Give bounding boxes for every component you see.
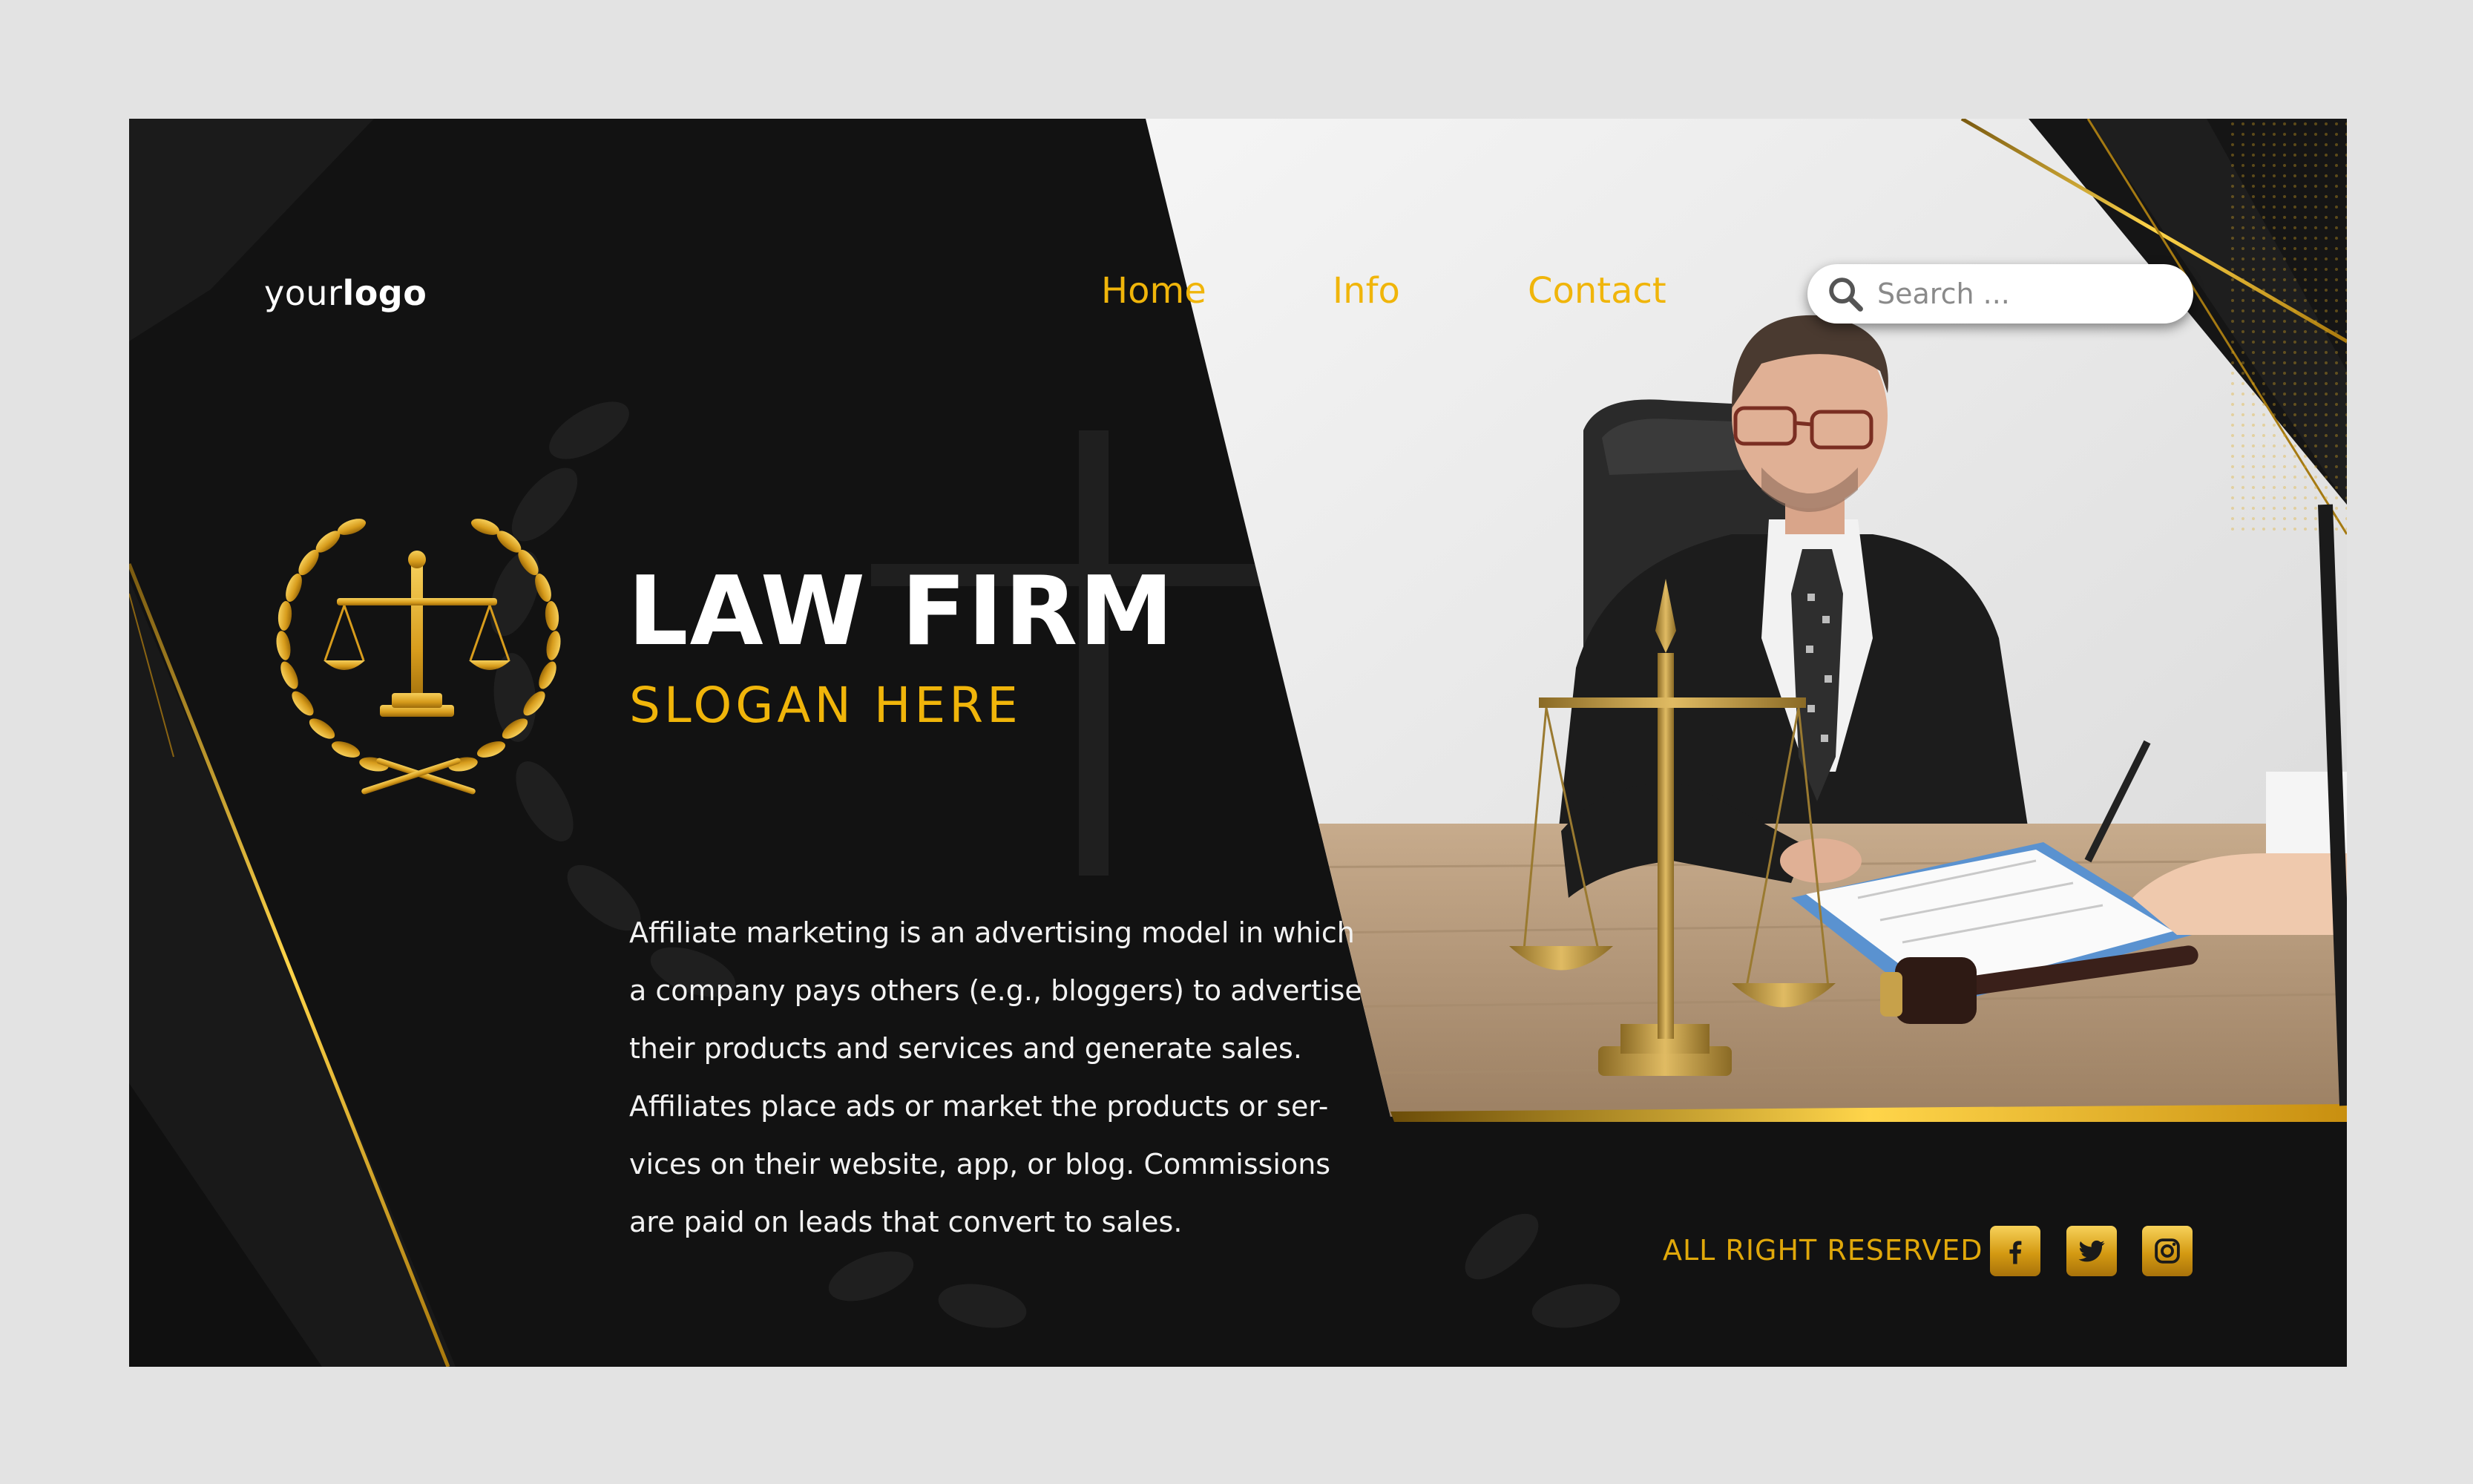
scales-laurel-emblem-icon <box>276 519 561 795</box>
rights-text: ALL RIGHT RESERVED <box>1663 1234 1983 1267</box>
instagram-icon <box>2155 1238 2180 1264</box>
logo-bold: logo <box>342 273 427 313</box>
instagram-button[interactable] <box>2142 1226 2193 1276</box>
logo-prefix: your <box>264 273 343 313</box>
description-line: their products and services and generate… <box>629 1032 1302 1065</box>
hero-description: Affiliate marketing is an advertising mo… <box>629 904 1362 1251</box>
search-input[interactable] <box>1876 277 2175 311</box>
nav-contact[interactable]: Contact <box>1528 270 1666 312</box>
description-line: Affiliates place ads or market the produ… <box>629 1090 1329 1123</box>
nav-info[interactable]: Info <box>1333 270 1400 312</box>
landing-page: yourlogo Home Info Contact Search ... LA… <box>129 119 2347 1367</box>
nav-home[interactable]: Home <box>1101 270 1206 312</box>
site-logo[interactable]: yourlogo <box>264 273 427 313</box>
description-line: a company pays others (e.g., bloggers) t… <box>629 974 1362 1007</box>
description-line: vices on their website, app, or blog. Co… <box>629 1148 1331 1181</box>
hero-title: LAW FIRM <box>628 556 1175 667</box>
facebook-icon <box>2009 1241 2022 1264</box>
search-box[interactable] <box>1807 264 2193 324</box>
description-line: are paid on leads that convert to sales. <box>629 1206 1183 1238</box>
twitter-icon <box>2078 1240 2105 1262</box>
facebook-button[interactable] <box>1990 1226 2040 1276</box>
search-icon <box>1829 278 1863 312</box>
hero-slogan: SLOGAN HERE <box>629 677 1022 734</box>
description-line: Affiliate marketing is an advertising mo… <box>629 916 1355 949</box>
twitter-button[interactable] <box>2066 1226 2117 1276</box>
